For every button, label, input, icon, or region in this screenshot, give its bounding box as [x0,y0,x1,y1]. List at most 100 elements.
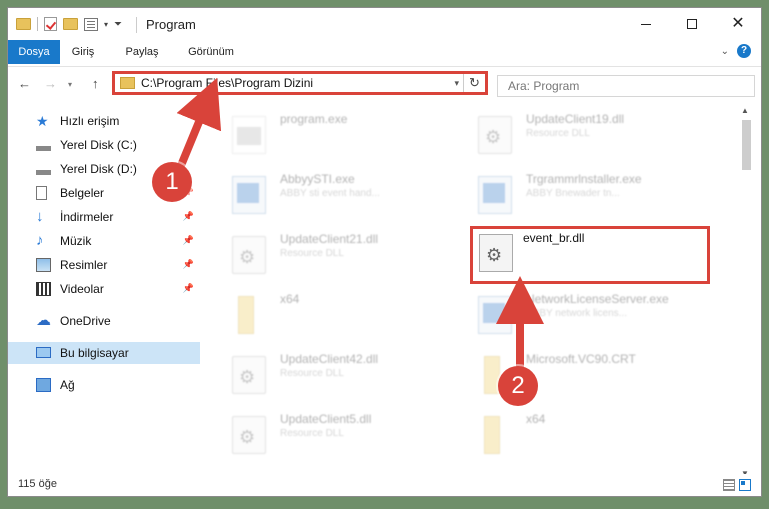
file-item-event-br-dll[interactable]: event_br.dll [470,226,710,284]
new-folder-icon[interactable] [63,18,78,30]
file-item-vc90-crt[interactable]: Microsoft.VC90.CRT [454,348,694,406]
file-name: UpdateClient21.dll [280,232,379,246]
file-name: event_br.dll [523,231,585,245]
file-list: program.exe UpdateClient19.dll Resource … [208,102,746,468]
navigation-pane: ★ Hızlı erişim Yerel Disk (C:) Yerel Dis… [8,102,200,468]
nav-item-label: Belgeler [60,186,105,200]
nav-item-label: Müzik [60,234,92,248]
nav-item-downloads[interactable]: ↓ İndirmeler 📌 [8,206,200,228]
up-arrow-icon[interactable]: ↑ [92,76,99,91]
annotation-step-two: 2 [498,366,538,406]
file-item-updateclient21[interactable]: UpdateClient21.dll Resource DLL [208,228,448,286]
file-description: Resource DLL [280,248,344,259]
pin-icon[interactable]: 📌 [183,283,194,294]
nav-item-pictures[interactable]: Resimler 📌 [8,254,200,276]
file-item-x64[interactable]: x64 [208,288,448,346]
music-icon: ♪ [36,232,44,249]
dll-file-icon [232,356,266,394]
title-bar: ▾ ⏷ Program ✕ [8,8,761,40]
drive-icon [36,138,51,152]
chevron-down-icon[interactable]: ▾ [104,20,108,29]
file-item-installer[interactable]: Trgrammrlnstaller.exe ABBY Bnewader tn..… [454,168,694,226]
folder-icon [120,77,135,89]
back-arrow-icon[interactable]: ← [18,76,31,91]
file-item-updateclient19[interactable]: UpdateClient19.dll Resource DLL [454,108,694,166]
file-name: NetworkLicenseServer.exe [526,292,669,306]
ribbon-controls: ⌄ ? [721,44,751,58]
nav-item-music[interactable]: ♪ Müzik 📌 [8,230,200,252]
file-item-x64-2[interactable]: x64 [454,408,694,466]
file-item-networklicenseserver[interactable]: NetworkLicenseServer.exe ABBY network li… [454,288,694,346]
file-description: ABBY Bnewader tn... [526,188,620,199]
nav-item-label: Yerel Disk (D:) [60,162,137,176]
nav-item-onedrive[interactable]: ☁ OneDrive [8,310,200,332]
executable-icon [478,296,512,334]
details-view-icon[interactable] [723,479,735,491]
file-name: UpdateClient19.dll [526,112,625,126]
tab-file[interactable]: Dosya [8,40,60,64]
folder-icon [238,296,254,334]
computer-icon [36,347,51,358]
minimize-button[interactable] [623,8,669,40]
tiles-view-icon[interactable] [739,479,751,491]
nav-item-network[interactable]: Ağ [8,374,200,396]
quick-access-toolbar: ▾ ⏷ [16,17,122,31]
title-divider [136,17,137,33]
scroll-up-icon[interactable]: ▲ [741,106,749,115]
videos-icon [36,282,51,296]
nav-item-drive-c[interactable]: Yerel Disk (C:) [8,134,200,156]
tab-home[interactable]: Giriş [60,40,106,64]
pin-icon[interactable]: 📌 [183,235,194,246]
dll-file-icon [479,234,513,272]
file-name: Trgrammrlnstaller.exe [526,172,642,186]
pin-icon[interactable]: 📌 [183,259,194,270]
file-item-abbyysti[interactable]: AbbyySTI.exe ABBY sti event hand... [208,168,448,226]
maximize-button[interactable] [669,8,715,40]
cloud-icon: ☁ [36,312,51,329]
chevron-down-icon[interactable]: ▾ [454,78,459,89]
address-path[interactable]: C:\Program Files\Program Dizini [141,76,313,90]
executable-icon [478,176,512,214]
search-input[interactable]: Ara: Program [497,75,755,97]
file-name: AbbyySTI.exe [280,172,355,186]
help-icon[interactable]: ? [737,44,751,58]
close-button[interactable]: ✕ [715,8,761,40]
file-name: UpdateClient5.dll [280,412,372,426]
customize-toolbar-icon[interactable]: ⏷ [114,19,122,30]
item-count: 115 öğe [18,478,57,490]
expand-ribbon-icon[interactable]: ⌄ [721,46,729,57]
pictures-icon [36,258,51,272]
nav-item-label: Bu bilgisayar [60,346,129,360]
file-name: program.exe [280,112,348,126]
maximize-icon [687,19,697,29]
file-name: x64 [526,412,546,426]
document-icon [36,186,47,200]
vertical-scrollbar[interactable]: ▲ ▼ [739,102,753,482]
forward-arrow-icon[interactable]: → [44,76,57,91]
close-icon: ✕ [731,15,745,32]
file-name: UpdateClient42.dll [280,352,379,366]
star-icon: ★ [36,113,49,129]
recent-locations-icon[interactable]: ▾ [68,80,72,89]
address-bar[interactable]: C:\Program Files\Program Dizini ▾ ↻ [112,71,488,95]
properties-check-icon[interactable] [44,17,57,31]
folder-icon [484,416,500,454]
toolbar-divider [37,17,38,31]
file-item-updateclient5[interactable]: UpdateClient5.dll Resource DLL [208,408,448,466]
tab-view[interactable]: Görünüm [174,40,248,64]
nav-item-label: Hızlı erişim [60,114,120,128]
nav-item-videos[interactable]: Videolar 📌 [8,278,200,300]
scrollbar-thumb[interactable] [742,120,751,170]
nav-item-label: İndirmeler [60,210,114,224]
tab-share[interactable]: Paylaş [114,40,170,64]
pin-icon[interactable]: 📌 [183,211,194,222]
nav-item-quick-access[interactable]: ★ Hızlı erişim [8,110,200,132]
file-item-updateclient42[interactable]: UpdateClient42.dll Resource DLL [208,348,448,406]
file-description: ABBY network licens... [526,308,627,319]
nav-item-label: Ağ [60,378,75,392]
file-item-program-exe[interactable]: program.exe [208,108,448,166]
nav-item-this-pc[interactable]: Bu bilgisayar [8,342,200,364]
view-options-icon[interactable] [84,17,98,31]
refresh-icon[interactable]: ↻ [463,74,485,92]
folder-icon[interactable] [16,18,31,30]
